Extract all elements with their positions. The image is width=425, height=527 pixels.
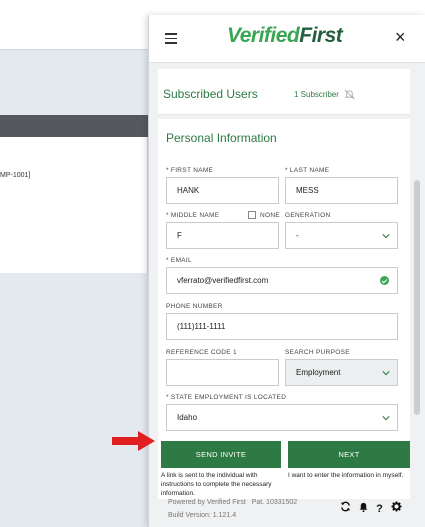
reference-code-field[interactable] (166, 359, 279, 386)
hamburger-icon[interactable] (165, 33, 177, 44)
email-value: vferrato@verifiedfirst.com (177, 276, 269, 285)
help-icon[interactable]: ? (376, 503, 383, 515)
state-value: Idaho (177, 413, 198, 422)
search-purpose-value: Employment (296, 368, 341, 377)
subscriber-count[interactable]: 1 Subscriber (294, 90, 339, 99)
state-label: * STATE EMPLOYMENT IS LOCATED (166, 394, 287, 401)
verified-first-panel: VerifiedFirst × Subscribed Users 1 Subsc… (148, 15, 425, 527)
background-top-area (0, 0, 148, 50)
bell-icon[interactable] (358, 501, 369, 512)
reference-code-label: REFERENCE CODE 1 (166, 349, 237, 356)
first-name-field[interactable]: HANK (166, 177, 279, 204)
subscribed-users-card: Subscribed Users 1 Subscriber (158, 69, 410, 115)
scrollbar-thumb[interactable] (414, 180, 420, 415)
refresh-icon[interactable] (340, 501, 351, 512)
last-name-label: * LAST NAME (285, 167, 330, 174)
first-name-label: * FIRST NAME (166, 167, 214, 174)
last-name-field[interactable]: MESS (285, 177, 398, 204)
generation-label: GENERATION (285, 212, 331, 219)
chevron-down-icon (382, 416, 390, 421)
next-button[interactable]: NEXT (288, 441, 410, 468)
generation-select[interactable]: - (285, 222, 398, 249)
check-circle-icon (380, 276, 389, 285)
bell-slash-icon[interactable] (344, 89, 355, 100)
red-arrow-icon (112, 431, 155, 451)
personal-information-card: Personal Information * FIRST NAME HANK *… (158, 119, 410, 499)
search-purpose-select[interactable]: Employment (285, 359, 398, 386)
phone-label: PHONE NUMBER (166, 303, 223, 310)
background-card-header (0, 115, 148, 137)
chevron-down-icon (382, 234, 390, 239)
chevron-down-icon (382, 371, 390, 376)
send-invite-button[interactable]: SEND INVITE (161, 441, 281, 468)
background-card-text: MP-1001] (0, 172, 31, 179)
search-purpose-label: SEARCH PURPOSE (285, 349, 350, 356)
personal-information-title: Personal Information (166, 131, 277, 145)
email-label: * EMAIL (166, 257, 192, 264)
background-card: MP-1001] (0, 115, 148, 273)
next-description: I want to enter the information in mysel… (288, 472, 404, 479)
panel-body: Subscribed Users 1 Subscriber Personal I… (158, 63, 410, 503)
verified-first-logo: VerifiedFirst (227, 24, 343, 47)
panel-footer: Powered by Verified First Pat. 10331502 … (158, 493, 410, 527)
close-icon[interactable]: × (395, 28, 406, 46)
middle-name-label: * MIDDLE NAME (166, 212, 220, 219)
middle-name-none-label: NONE (260, 212, 280, 219)
middle-name-none-checkbox[interactable] (248, 211, 256, 219)
gear-icon[interactable] (391, 501, 402, 512)
email-field[interactable]: vferrato@verifiedfirst.com (166, 267, 398, 294)
footer-icons: ? (340, 501, 402, 515)
middle-name-field[interactable]: F (166, 222, 279, 249)
subscribed-users-title: Subscribed Users (163, 87, 258, 101)
phone-field[interactable]: (111)111-1111 (166, 313, 398, 340)
state-select[interactable]: Idaho (166, 404, 398, 431)
panel-header: VerifiedFirst × (149, 15, 425, 63)
footer-powered-by: Powered by Verified First Pat. 10331502 (168, 499, 298, 506)
generation-value: - (296, 231, 299, 240)
footer-build-version: Build Version: 1.121.4 (168, 512, 237, 519)
